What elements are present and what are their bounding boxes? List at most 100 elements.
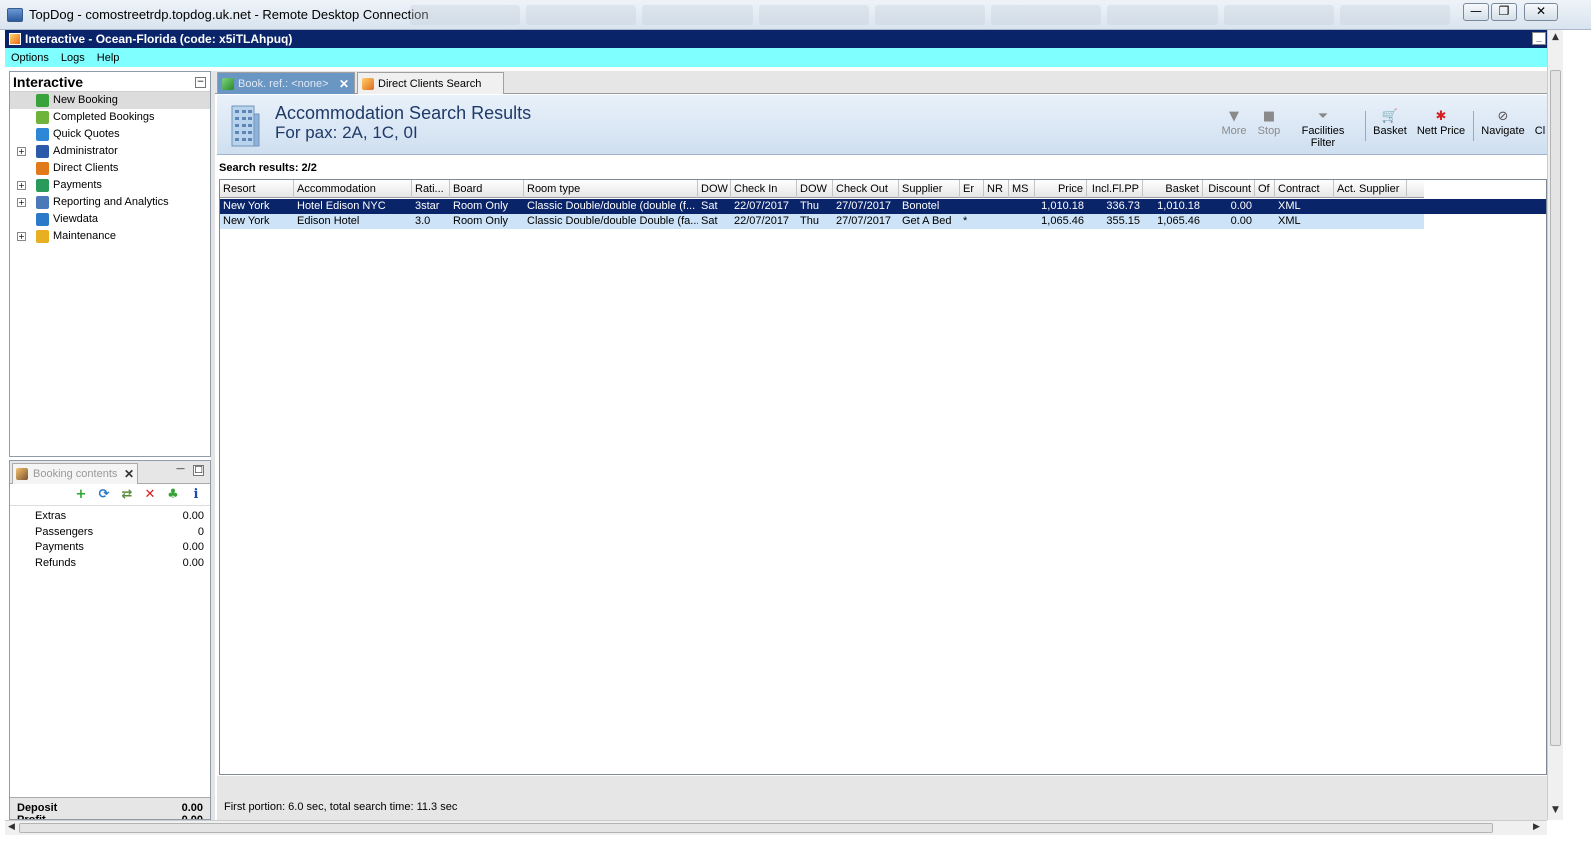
palm-tree-icon [222, 78, 234, 90]
booking-contents-panel: Booking contents ✕ — □ + ⟳ ⇄ ✕ ♣ i Extra… [9, 460, 211, 820]
horizontal-scrollbar[interactable]: ◀ ▶ [5, 820, 1547, 835]
booking-totals: Deposit 0.00 Profit 0.00 [10, 797, 210, 819]
column-header[interactable]: DOW [797, 180, 833, 198]
column-header[interactable]: Board [450, 180, 524, 198]
column-header[interactable]: Resort [220, 180, 294, 198]
table-cell [960, 199, 984, 214]
column-header[interactable]: Incl.Fl.PP [1087, 180, 1143, 198]
column-header[interactable]: Check Out [833, 180, 899, 198]
expand-icon[interactable]: + [17, 198, 26, 207]
transfer-icon[interactable]: ⇄ [120, 487, 134, 502]
info-icon[interactable]: i [189, 487, 203, 502]
booking-minimize-button[interactable]: — [175, 465, 186, 476]
summary-value: 0.00 [182, 541, 204, 553]
expand-icon[interactable]: + [17, 181, 26, 190]
horizontal-scroll-thumb[interactable] [19, 823, 1493, 833]
sidebar-item-maintenance[interactable]: + Maintenance [10, 228, 210, 245]
sidebar-item-direct-clients[interactable]: Direct Clients [10, 160, 210, 177]
facilities-filter-button[interactable]: ⏷ Facilities Filter [1288, 109, 1358, 149]
table-cell: 27/07/2017 [836, 200, 892, 212]
panel-minimize-button[interactable]: − [195, 77, 206, 88]
menu-options[interactable]: Options [11, 52, 49, 64]
table-cell: XML [1278, 200, 1301, 212]
app-minimize-button[interactable]: _ [1532, 32, 1546, 45]
navigate-button[interactable]: ⊘ Navigate [1479, 109, 1527, 137]
column-header[interactable]: NR [984, 180, 1009, 198]
column-header[interactable]: Rati... [412, 180, 450, 198]
total-label: Profit [17, 814, 46, 819]
table-cell: Room Only [453, 200, 509, 212]
sidebar-item-label: Payments [53, 179, 102, 191]
table-cell [984, 199, 1009, 214]
sidebar-item-new-booking[interactable]: New Booking [10, 92, 210, 109]
sidebar-item-quick-quotes[interactable]: Quick Quotes [10, 126, 210, 143]
column-header[interactable]: Supplier [899, 180, 960, 198]
table-cell: XML [1278, 215, 1301, 227]
total-value: 0.00 [182, 814, 203, 819]
column-header[interactable]: Of [1255, 180, 1275, 198]
status-bar: First portion: 6.0 sec, total search tim… [217, 776, 1547, 820]
table-cell: 22/07/2017 [734, 200, 790, 212]
toolbar-separator [1365, 111, 1366, 141]
table-cell: 355.15 [1106, 215, 1140, 227]
expand-icon[interactable]: + [17, 232, 26, 241]
vertical-scroll-thumb[interactable] [1550, 70, 1561, 746]
table-cell: Thu [800, 215, 819, 227]
stop-icon: ■ [1262, 109, 1276, 124]
column-header[interactable]: DOW [698, 180, 731, 198]
table-cell [1334, 199, 1407, 214]
column-header[interactable]: Er [960, 180, 984, 198]
nett-price-button[interactable]: ✱ Nett Price [1415, 109, 1467, 137]
basket-button[interactable]: 🛒 Basket [1371, 109, 1409, 137]
restore-button[interactable]: ❐ [1491, 3, 1517, 21]
menu-help[interactable]: Help [97, 52, 120, 64]
refresh-icon[interactable]: ⟳ [97, 487, 111, 502]
column-header[interactable]: MS [1009, 180, 1035, 198]
close-button[interactable]: ✕ [1524, 3, 1558, 21]
column-header[interactable]: Price [1035, 180, 1087, 198]
more-button[interactable]: ▼ More [1219, 109, 1249, 137]
minimize-button[interactable]: — [1463, 3, 1489, 21]
column-header[interactable]: Check In [731, 180, 797, 198]
tab-direct-clients-search[interactable]: Direct Clients Search [357, 72, 504, 94]
palm-icon[interactable]: ♣ [166, 487, 180, 502]
running-man-icon [36, 145, 49, 158]
tab-booking-reference[interactable]: Book. ref.: <none> ✕ [217, 72, 355, 94]
menu-logs[interactable]: Logs [61, 52, 85, 64]
table-cell: 1,010.18 [1041, 200, 1084, 212]
column-header[interactable]: Act. Supplier [1334, 180, 1407, 198]
table-row[interactable]: New York Hotel Edison NYC 3star Room Only Cl… [220, 199, 1546, 214]
sidebar-item-administrator[interactable]: + Administrator [10, 143, 210, 160]
sidebar-item-payments[interactable]: + Payments [10, 177, 210, 194]
client-icon [362, 78, 374, 90]
sidebar-item-label: Completed Bookings [53, 111, 155, 123]
column-header[interactable]: Room type [524, 180, 698, 198]
palm-tree-icon [36, 111, 49, 124]
close-icon[interactable]: ✕ [124, 464, 134, 484]
sidebar-item-label: Maintenance [53, 230, 116, 242]
close-results-button[interactable]: Cl [1533, 109, 1547, 137]
add-icon[interactable]: + [74, 487, 88, 502]
summary-value: 0.00 [182, 556, 204, 569]
close-icon[interactable]: ✕ [339, 73, 349, 95]
sidebar-item-completed-bookings[interactable]: Completed Bookings [10, 109, 210, 126]
page-subtitle: For pax: 2A, 1C, 0I [275, 123, 418, 142]
stop-button[interactable]: ■ Stop [1254, 109, 1284, 137]
panel-splitter[interactable] [211, 71, 215, 821]
vertical-scrollbar[interactable]: ▲ ▼ [1547, 30, 1563, 820]
column-header[interactable]: Discount [1203, 180, 1255, 198]
sidebar-item-viewdata[interactable]: Viewdata [10, 211, 210, 228]
table-cell: Sat [701, 200, 718, 212]
sidebar-item-reporting-and-analytics[interactable]: + Reporting and Analytics [10, 194, 210, 211]
column-header[interactable]: Contract [1275, 180, 1334, 198]
table-row[interactable]: New York Edison Hotel 3.0 Room Only Classic … [220, 214, 1424, 229]
column-header[interactable]: Basket [1143, 180, 1203, 198]
expand-icon[interactable]: + [17, 147, 26, 156]
column-header[interactable]: Accommodation [294, 180, 412, 198]
booking-contents-tab[interactable]: Booking contents ✕ [12, 463, 138, 484]
sidebar-item-label: Quick Quotes [53, 128, 120, 140]
sidebar-item-label: Viewdata [53, 213, 99, 225]
delete-icon[interactable]: ✕ [143, 487, 157, 502]
table-cell: * [963, 215, 968, 227]
booking-maximize-button[interactable]: □ [193, 465, 204, 476]
